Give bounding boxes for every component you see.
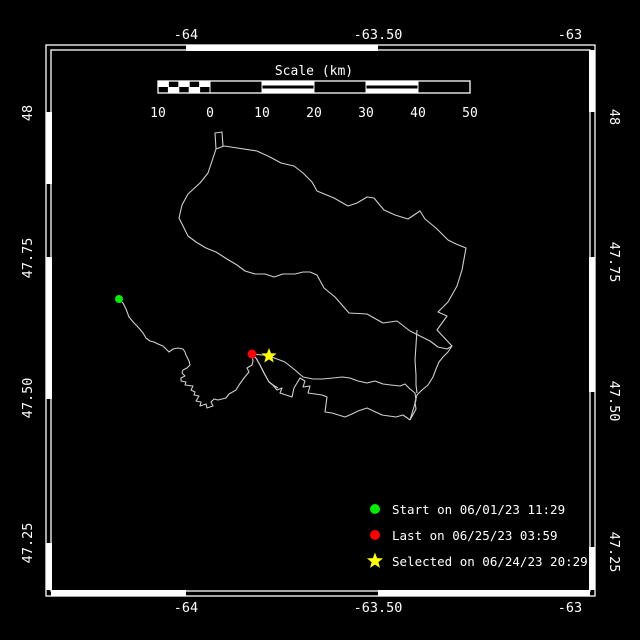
legend: Start on 06/01/23 11:29 Last on 06/25/23…	[367, 502, 588, 569]
legend-last-marker	[370, 530, 380, 540]
axis-tick-label: 47.25	[20, 523, 36, 564]
track-polyline[interactable]	[179, 146, 466, 349]
axis-tick-label: 48	[606, 109, 622, 125]
axis-right: 48 47.75 47.50 47.25	[606, 109, 622, 572]
selected-point-marker[interactable]	[261, 348, 276, 363]
legend-selected-marker	[367, 553, 383, 568]
scale-checker-cell	[168, 87, 178, 93]
axis-tick-label: 47.25	[606, 532, 622, 573]
axis-tick-label: 47.50	[20, 378, 36, 419]
track-polyline[interactable]	[269, 356, 416, 420]
scale-bar-cell-stripe	[366, 86, 418, 89]
track-polyline[interactable]	[415, 330, 417, 393]
axis-tick-label: 47.75	[606, 242, 622, 283]
axis-tick-label: -64	[174, 27, 198, 43]
map-canvas: -64 -63.50 -63 -64 -63.50 -63 48 47.75 4…	[0, 0, 640, 640]
axis-tick-label: -63	[558, 600, 582, 616]
scale-tick-label: 30	[358, 106, 374, 121]
axis-tick-label: -63	[558, 27, 582, 43]
scale-bar	[158, 81, 470, 93]
axis-tick-label: 47.75	[20, 238, 36, 279]
last-point-marker[interactable]	[248, 350, 257, 359]
scale-tick-label: 0	[206, 106, 214, 121]
scale-tick-label: 50	[462, 106, 478, 121]
start-point-marker[interactable]	[115, 295, 123, 303]
scale-checker-cell	[158, 81, 168, 87]
scale-bar-title: Scale (km)	[275, 64, 353, 79]
scale-checker-cell	[200, 81, 210, 87]
legend-last-label: Last on 06/25/23 03:59	[392, 528, 558, 543]
legend-start-label: Start on 06/01/23 11:29	[392, 502, 565, 517]
axis-tick-label: -64	[174, 600, 198, 616]
axis-bottom: -64 -63.50 -63	[174, 600, 582, 616]
track-polyline[interactable]	[119, 299, 253, 408]
scale-tick-label: 20	[306, 106, 322, 121]
axis-tick-label: -63.50	[354, 27, 403, 43]
legend-selected-label: Selected on 06/24/23 20:29	[392, 554, 588, 569]
legend-start-marker	[370, 504, 380, 514]
axis-tick-label: 47.50	[606, 381, 622, 422]
axis-tick-label: -63.50	[354, 600, 403, 616]
axis-top: -64 -63.50 -63	[174, 27, 582, 43]
legend-markers	[367, 504, 383, 568]
gps-track	[119, 132, 466, 420]
scale-bar-cell-stripe	[262, 86, 314, 89]
scale-tick-label: 10	[254, 106, 270, 121]
tracking-map-window: -64 -63.50 -63 -64 -63.50 -63 48 47.75 4…	[0, 0, 640, 640]
scale-tick-label: 40	[410, 106, 426, 121]
scale-checker-cell	[189, 87, 199, 93]
scale-tick-label: 10	[150, 106, 166, 121]
scale-checker-cell	[179, 81, 189, 87]
axis-left: 48 47.75 47.50 47.25	[20, 105, 36, 563]
axis-tick-label: 48	[20, 105, 36, 121]
